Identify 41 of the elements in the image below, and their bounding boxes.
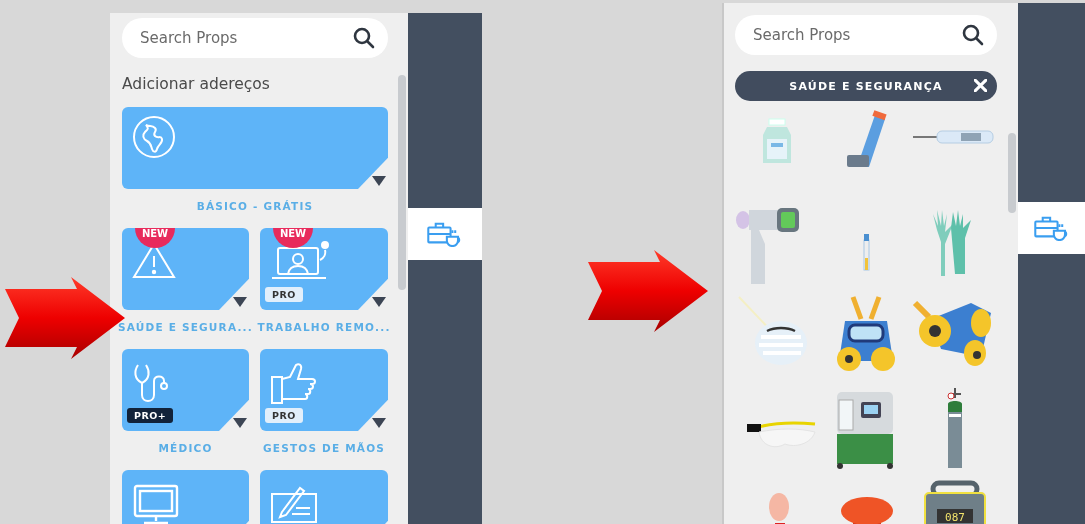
section-heading: Adicionar adereços (122, 74, 271, 94)
respirator-drawing[interactable] (912, 300, 991, 366)
plan-badge: PRO (265, 408, 303, 423)
search-icon[interactable] (961, 23, 985, 47)
category-card[interactable]: PRO+ (122, 349, 249, 431)
category-card[interactable]: NEW (122, 228, 249, 310)
oxygen-concentrator-drawing[interactable] (837, 392, 893, 469)
thermometer-drawing[interactable] (912, 130, 994, 144)
close-icon[interactable] (974, 79, 987, 92)
inhaler-drawing[interactable] (847, 110, 887, 167)
laptop-icon (270, 240, 330, 280)
search-icon[interactable] (352, 26, 376, 50)
thumbs-up-icon (270, 361, 318, 405)
filter-label: SAÚDE E SEGURANÇA (789, 79, 943, 93)
caret-icon[interactable] (372, 297, 386, 307)
oxygen-tank-drawing[interactable] (947, 387, 962, 468)
props-tab[interactable] (1018, 202, 1085, 254)
props-tab[interactable] (408, 208, 482, 260)
scrollbar[interactable] (398, 75, 406, 290)
caret-icon[interactable] (233, 418, 247, 428)
caret-icon[interactable] (372, 418, 386, 428)
caret-icon[interactable] (372, 176, 386, 186)
search-field[interactable]: Search Props (122, 18, 388, 58)
plan-badge: PRO (265, 287, 303, 302)
goggles-drawing[interactable] (747, 421, 816, 448)
pipette-drawing[interactable] (863, 234, 870, 271)
caret-icon[interactable] (233, 297, 247, 307)
new-badge: NEW (135, 228, 175, 248)
bottle-drawing[interactable] (763, 118, 791, 163)
plan-badge: PRO+ (127, 408, 174, 423)
category-card[interactable]: NEW PRO (260, 228, 388, 310)
search-field[interactable]: Search Props (735, 15, 997, 55)
thermometer-gun-drawing[interactable] (736, 208, 799, 284)
category-card[interactable]: PRO (260, 349, 388, 431)
monitor-icon (132, 482, 180, 524)
gas-mask-drawing[interactable] (837, 294, 895, 371)
emergency-button-drawing[interactable] (841, 497, 893, 524)
scrollbar[interactable] (1008, 133, 1016, 213)
new-badge: NEW (273, 228, 313, 248)
globe-icon (132, 115, 176, 159)
display-reading: 087 (945, 510, 965, 524)
